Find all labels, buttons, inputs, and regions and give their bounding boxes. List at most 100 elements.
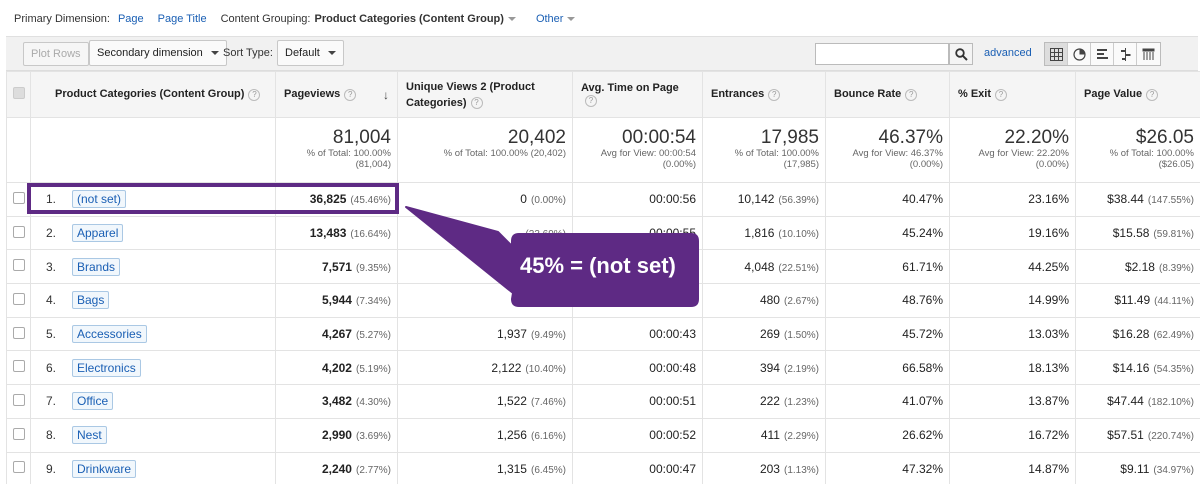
bounce-rate-value: 45.72% <box>902 327 943 342</box>
help-icon[interactable]: ? <box>768 88 781 101</box>
pageviews-percent: (7.34%) <box>355 296 391 308</box>
avg-time-value: 00:00:56 <box>649 192 696 207</box>
exit-cell: 14.87% <box>949 451 1076 484</box>
pie-view-button[interactable] <box>1068 43 1091 65</box>
exit-cell: 44.25% <box>949 249 1076 285</box>
header-pageviews[interactable]: Pageviews? ↓ <box>275 71 398 118</box>
other-dimension-menu[interactable]: Other <box>536 13 576 25</box>
table-view-button[interactable] <box>1045 43 1068 65</box>
page-value-percent: (34.97%) <box>1153 464 1194 476</box>
bounce-rate-value: 41.07% <box>902 394 943 409</box>
row-checkbox[interactable] <box>12 461 25 474</box>
sort-type-select[interactable]: Default <box>277 40 344 66</box>
dimension-value-link[interactable]: Bags <box>72 291 110 310</box>
help-icon[interactable]: ? <box>905 88 918 101</box>
dimension-value-link[interactable]: Nest <box>72 426 107 445</box>
help-icon[interactable]: ? <box>995 88 1008 101</box>
header-bounce-rate[interactable]: Bounce Rate? <box>825 71 950 118</box>
row-checkbox[interactable] <box>12 360 25 373</box>
pageviews-percent: (16.64%) <box>350 229 391 241</box>
page-value-value: $38.44 <box>1107 192 1144 207</box>
bounce-rate-value: 45.24% <box>902 226 943 241</box>
content-grouping-select[interactable]: Product Categories (Content Group) <box>314 13 503 25</box>
avg-time-cell: 00:00:51 <box>572 384 703 419</box>
help-icon[interactable]: ? <box>585 94 597 107</box>
header-unique-views[interactable]: Unique Views 2 (Product Categories)? <box>397 71 573 118</box>
exit-cell: 13.03% <box>949 316 1076 352</box>
avg-time-cell: 00:00:47 <box>572 451 703 484</box>
header-page-value-label: Page Value <box>1084 88 1143 101</box>
row-checkbox[interactable] <box>12 326 25 339</box>
row-checkbox[interactable] <box>12 225 25 238</box>
entrances-cell: 4,048 (22.51%) <box>702 249 826 285</box>
dimension-option-page-title[interactable]: Page Title <box>158 13 207 25</box>
page-value-cell: $47.44 (182.10%) <box>1075 384 1200 419</box>
dimension-value-link[interactable]: Drinkware <box>72 459 137 478</box>
entrances-cell: 480 (2.67%) <box>702 283 826 318</box>
sort-descending-icon[interactable]: ↓ <box>383 88 389 102</box>
header-exit[interactable]: % Exit? <box>949 71 1076 118</box>
plot-rows-button[interactable]: Plot Rows <box>23 42 89 66</box>
pivot-view-button[interactable] <box>1137 43 1160 65</box>
row-number: 8. <box>46 428 57 443</box>
dimension-value-link[interactable]: Office <box>72 392 114 411</box>
other-label[interactable]: Other <box>536 13 564 25</box>
secondary-dimension-select[interactable]: Secondary dimension <box>89 40 227 66</box>
entrances-percent: (1.23%) <box>783 397 819 409</box>
bounce-rate-cell: 45.24% <box>825 215 950 251</box>
dimension-option-page[interactable]: Page <box>118 13 144 25</box>
pageviews-value: 2,240 <box>321 461 352 476</box>
dimension-value-link[interactable]: Accessories <box>72 325 147 344</box>
entrances-cell: 394 (2.19%) <box>702 350 826 386</box>
header-page-value[interactable]: Page Value? <box>1075 71 1200 118</box>
page-value-value: $2.18 <box>1124 259 1155 274</box>
total-exit-value: 22.20% <box>1004 127 1069 148</box>
total-unique-views-value: 20,402 <box>507 127 566 148</box>
entrances-cell: 411 (2.29%) <box>702 417 826 453</box>
total-avg-time-value: 00:00:54 <box>622 127 696 148</box>
comparison-view-button[interactable] <box>1114 43 1137 65</box>
row-number: 9. <box>46 461 57 476</box>
row-checkbox-cell <box>6 350 31 386</box>
sort-type-label: Sort Type: <box>223 47 273 59</box>
row-number: 2. <box>46 226 57 241</box>
bar-chart-icon <box>1096 48 1108 59</box>
unique-views-value: 2,3 <box>549 293 566 308</box>
row-checkbox[interactable] <box>12 292 25 305</box>
help-icon[interactable]: ? <box>470 96 483 109</box>
dimension-value-link[interactable]: Electronics <box>72 358 141 377</box>
dimension-cell: 8. Nest <box>30 417 276 453</box>
row-checkbox[interactable] <box>12 427 25 440</box>
dimension-value-link[interactable]: Apparel <box>72 224 124 243</box>
help-icon[interactable]: ? <box>248 88 261 101</box>
exit-cell: 19.16% <box>949 215 1076 251</box>
header-avg-time[interactable]: Avg. Time on Page? <box>572 71 703 118</box>
bounce-rate-cell: 48.76% <box>825 283 950 318</box>
select-all-checkbox[interactable] <box>12 87 25 99</box>
chevron-down-icon[interactable] <box>507 17 516 21</box>
header-entrances[interactable]: Entrances? <box>702 71 826 118</box>
exit-value: 16.72% <box>1028 428 1069 443</box>
help-icon[interactable]: ? <box>344 88 357 101</box>
entrances-percent: (2.67%) <box>783 296 819 308</box>
performance-view-button[interactable] <box>1091 43 1114 65</box>
pageviews-cell: 5,944 (7.34%) <box>275 283 398 318</box>
row-checkbox[interactable] <box>12 191 25 204</box>
exit-cell: 18.13% <box>949 350 1076 386</box>
chevron-down-icon[interactable] <box>567 17 576 22</box>
bounce-rate-cell: 45.72% <box>825 316 950 352</box>
advanced-filter-link[interactable]: advanced <box>984 47 1032 59</box>
header-dimension[interactable]: Product Categories (Content Group)? <box>30 71 276 118</box>
page-value-value: $9.11 <box>1120 461 1150 476</box>
page-value-cell: $16.28 (62.49%) <box>1075 316 1200 352</box>
table-body: 1. (not set) 36,825 (45.46%) 0 (0.00%) 00:0… <box>6 182 1200 484</box>
page-value-cell: $57.51 (220.74%) <box>1075 417 1200 453</box>
unique-views-cell: 1,937 (9.49%) <box>397 316 573 352</box>
help-icon[interactable]: ? <box>1146 88 1159 101</box>
row-checkbox[interactable] <box>12 393 25 406</box>
search-input[interactable] <box>815 43 949 65</box>
dimension-value-link[interactable]: Brands <box>72 257 121 276</box>
search-button[interactable] <box>949 43 973 65</box>
row-checkbox[interactable] <box>12 259 25 272</box>
pageviews-value: 3,482 <box>321 394 352 409</box>
